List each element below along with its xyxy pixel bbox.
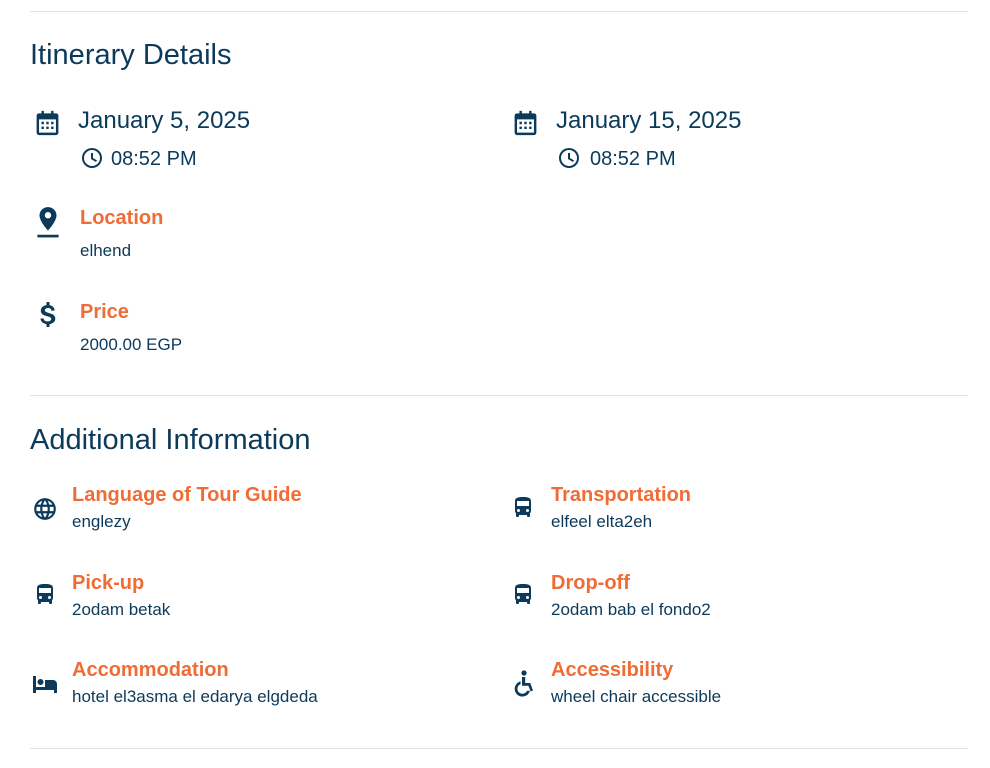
calendar-icon — [511, 107, 540, 139]
wheelchair-icon — [512, 669, 536, 699]
start-time: 08:52 PM — [111, 148, 197, 170]
transportation-label: Transportation — [551, 484, 692, 506]
pickup-value: 2odam betak — [72, 600, 171, 619]
bus-icon — [33, 581, 57, 607]
location-value: elhend — [80, 241, 132, 260]
pickup-label: Pick-up — [72, 572, 145, 594]
bed-icon — [31, 672, 59, 696]
itinerary-title: Itinerary Details — [30, 39, 232, 71]
bus-icon — [511, 494, 535, 520]
language-label: Language of Tour Guide — [72, 484, 302, 506]
top-divider — [30, 11, 968, 12]
accommodation-label: Accommodation — [72, 659, 229, 681]
map-pin-icon — [35, 205, 61, 239]
dollar-icon — [36, 300, 60, 332]
calendar-icon — [33, 107, 62, 139]
dropoff-label: Drop-off — [551, 572, 630, 594]
accessibility-label: Accessibility — [551, 659, 674, 681]
language-value: englezy — [72, 512, 131, 531]
end-date: January 15, 2025 — [556, 107, 742, 134]
accessibility-value: wheel chair accessible — [551, 687, 722, 706]
clock-icon — [557, 146, 581, 170]
additional-info-title: Additional Information — [30, 424, 311, 456]
start-date: January 5, 2025 — [78, 107, 251, 134]
transportation-value: elfeel elta2eh — [551, 512, 653, 531]
dropoff-value: 2odam bab el fondo2 — [551, 600, 711, 619]
bottom-divider — [30, 748, 968, 749]
location-label: Location — [80, 207, 164, 229]
section-divider — [30, 395, 968, 396]
globe-icon — [32, 496, 58, 522]
accommodation-value: hotel el3asma el edarya elgdeda — [72, 687, 318, 706]
price-label: Price — [80, 301, 129, 323]
bus-icon — [511, 581, 535, 607]
price-value: 2000.00 EGP — [80, 335, 183, 354]
end-time: 08:52 PM — [590, 148, 676, 170]
clock-icon — [80, 146, 104, 170]
